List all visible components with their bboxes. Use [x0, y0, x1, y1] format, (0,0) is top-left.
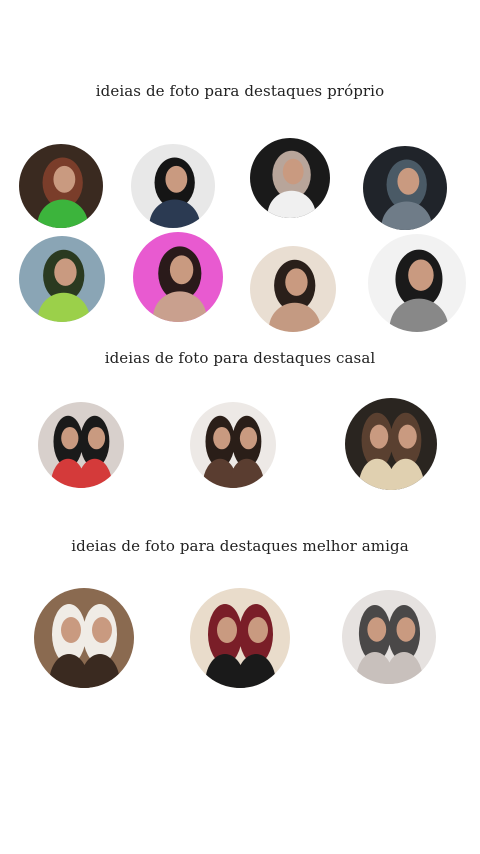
photo-selfie-icon [131, 144, 215, 228]
highlight-photo[interactable] [190, 402, 276, 488]
highlight-photo[interactable] [250, 138, 330, 218]
photo-couple-icon [190, 402, 276, 488]
highlight-photo[interactable] [250, 246, 336, 332]
highlight-photo[interactable] [19, 236, 105, 322]
photo-selfie-icon [19, 236, 105, 322]
highlight-photo[interactable] [363, 146, 447, 230]
photo-friends-icon [190, 588, 290, 688]
section-heading-melhor-amiga: ideias de foto para destaques melhor ami… [71, 537, 409, 555]
photo-couple-icon [38, 402, 124, 488]
highlight-photo[interactable] [133, 232, 223, 322]
highlight-photo[interactable] [368, 234, 466, 332]
highlight-photo[interactable] [38, 402, 124, 488]
section-heading-casal: ideias de foto para destaques casal [104, 349, 376, 367]
photo-couple-icon [345, 398, 437, 490]
photo-friends-icon [34, 588, 134, 688]
highlight-photo[interactable] [342, 590, 436, 684]
highlight-photo[interactable] [19, 144, 103, 228]
highlight-photo[interactable] [34, 588, 134, 688]
photo-selfie-icon [363, 146, 447, 230]
photo-selfie-icon [19, 144, 103, 228]
section-heading-proprio: ideias de foto para destaques próprio [95, 82, 385, 100]
photo-selfie-icon [250, 138, 330, 218]
photo-friends-icon [342, 590, 436, 684]
highlight-photo[interactable] [190, 588, 290, 688]
photo-selfie-icon [250, 246, 336, 332]
photo-selfie-icon [133, 232, 223, 322]
highlight-photo[interactable] [345, 398, 437, 490]
highlight-photo[interactable] [131, 144, 215, 228]
photo-selfie-icon [368, 234, 466, 332]
